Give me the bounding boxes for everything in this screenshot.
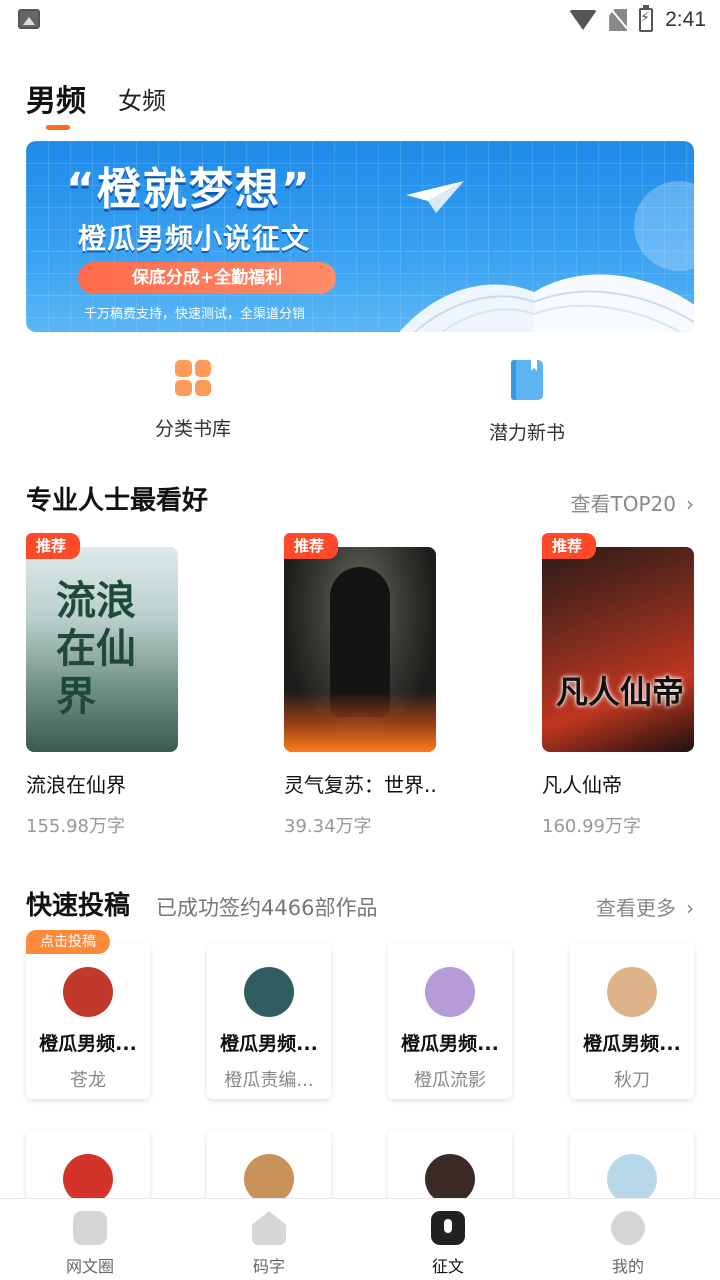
avatar: [425, 967, 475, 1017]
click-submit-badge[interactable]: 点击投稿: [26, 930, 110, 954]
editor-card[interactable]: 橙瓜男频... 秋刀: [570, 943, 694, 1099]
book-word-count: 155.98万字: [26, 816, 125, 837]
avatar: [425, 1154, 475, 1204]
editor-channel-name: 橙瓜男频...: [583, 1033, 681, 1055]
category-library-entry[interactable]: 分类书库: [118, 360, 268, 441]
gender-tabs: 男频 女频: [26, 70, 166, 130]
avatar: [244, 967, 294, 1017]
chevron-right-icon: ›: [686, 492, 694, 516]
potential-new-books-label: 潜力新书: [488, 422, 565, 444]
nav-label: 网文圈: [65, 1257, 114, 1276]
recommend-tag: 推荐: [284, 533, 339, 559]
book-card[interactable]: 推荐 凡人仙帝 凡人仙帝 160.99万字: [542, 533, 694, 838]
nav-web-circle[interactable]: 网文圈: [40, 1211, 140, 1277]
banner-benefits-pill: 保底分成+全勤福利: [78, 262, 336, 294]
tab-female-label: 女频: [118, 87, 166, 115]
editor-channel-name: 橙瓜男频...: [39, 1033, 137, 1055]
category-library-label: 分类书库: [154, 418, 231, 440]
editor-name: 苍龙: [70, 1070, 106, 1091]
editor-name: 秋刀: [614, 1070, 650, 1091]
status-right: 2:41: [569, 5, 706, 34]
image-icon: [18, 9, 40, 29]
recommend-tag: 推荐: [542, 533, 597, 559]
book-cover: [284, 547, 436, 752]
banner-note: 千万稿费支持，快速测试，全渠道分销: [84, 307, 306, 322]
tab-male[interactable]: 男频: [26, 76, 86, 130]
editor-name: 橙瓜责编...: [224, 1070, 314, 1091]
view-more-label: 查看更多: [596, 896, 676, 920]
book-card[interactable]: 推荐 灵气复苏：世界... 39.34万字: [284, 533, 436, 838]
book-title: 流浪在仙界: [26, 773, 126, 797]
editor-channel-name: 橙瓜男频...: [401, 1033, 499, 1055]
potential-new-books-entry[interactable]: 潜力新书: [452, 360, 602, 445]
editor-card[interactable]: 橙瓜男频... 苍龙: [26, 943, 150, 1099]
submit-section-title: 快速投稿: [26, 891, 131, 921]
nav-label: 征文: [431, 1257, 464, 1276]
nav-contest[interactable]: 征文: [398, 1211, 498, 1277]
recommend-section-title: 专业人士最看好: [26, 486, 209, 516]
signed-works-count: 已成功签约4466部作品: [156, 896, 378, 920]
book-cover: 流浪在仙界: [26, 547, 178, 752]
status-bar: 2:41: [0, 0, 720, 40]
no-sim-icon: [609, 9, 628, 31]
editor-card[interactable]: 橙瓜男频... 橙瓜流影: [388, 943, 512, 1099]
avatar: [63, 967, 113, 1017]
cover-title: 凡人仙帝: [556, 673, 685, 711]
recommend-tag: 推荐: [26, 533, 81, 559]
banner-title: “橙就梦想”: [66, 164, 312, 215]
book-word-count: 39.34万字: [284, 816, 372, 837]
book-title: 灵气复苏：世界...: [284, 773, 436, 797]
view-more-link[interactable]: 查看更多 ›: [596, 892, 694, 921]
editor-channel-name: 橙瓜男频...: [220, 1033, 318, 1055]
cover-title: 流浪在仙界: [56, 577, 136, 720]
grid-icon: [175, 360, 211, 396]
battery-charging-icon: [639, 5, 654, 32]
tab-male-label: 男频: [26, 84, 86, 119]
banner-subtitle: 橙瓜男频小说征文: [78, 222, 311, 255]
avatar: [607, 1154, 657, 1204]
avatar: [244, 1154, 294, 1204]
tab-female[interactable]: 女频: [118, 81, 166, 120]
contest-banner[interactable]: “橙就梦想” 橙瓜男频小说征文 保底分成+全勤福利 千万稿费支持，快速测试，全渠…: [26, 141, 694, 332]
view-top20-link[interactable]: 查看TOP20 ›: [571, 488, 694, 517]
tab-active-indicator: [46, 125, 70, 130]
nav-me[interactable]: 我的: [578, 1211, 678, 1277]
book-title: 凡人仙帝: [542, 773, 622, 797]
chevron-right-icon: ›: [686, 896, 694, 920]
profile-icon: [611, 1211, 645, 1245]
editor-name: 橙瓜流影: [414, 1070, 486, 1091]
editor-card[interactable]: 橙瓜男频... 橙瓜责编...: [207, 943, 331, 1099]
book-word-count: 160.99万字: [542, 816, 641, 837]
contest-icon: [431, 1211, 465, 1245]
book-card[interactable]: 推荐 流浪在仙界 流浪在仙界 155.98万字: [26, 533, 178, 838]
open-book-illustration: [399, 274, 694, 332]
view-top20-label: 查看TOP20: [570, 492, 676, 516]
avatar: [607, 967, 657, 1017]
nav-writing[interactable]: 码字: [219, 1211, 319, 1277]
cover-hooded-figure: [330, 567, 390, 717]
web-circle-icon: [73, 1211, 107, 1245]
nav-label: 码字: [252, 1257, 285, 1276]
wifi-icon: [569, 10, 598, 30]
book-cover: 凡人仙帝: [542, 547, 694, 752]
book-icon: [511, 360, 543, 400]
bottom-nav: 网文圈 码字 征文 我的: [0, 1198, 720, 1280]
nav-label: 我的: [611, 1257, 644, 1276]
writing-icon: [252, 1211, 286, 1245]
clock: 2:41: [665, 8, 706, 31]
avatar: [63, 1154, 113, 1204]
